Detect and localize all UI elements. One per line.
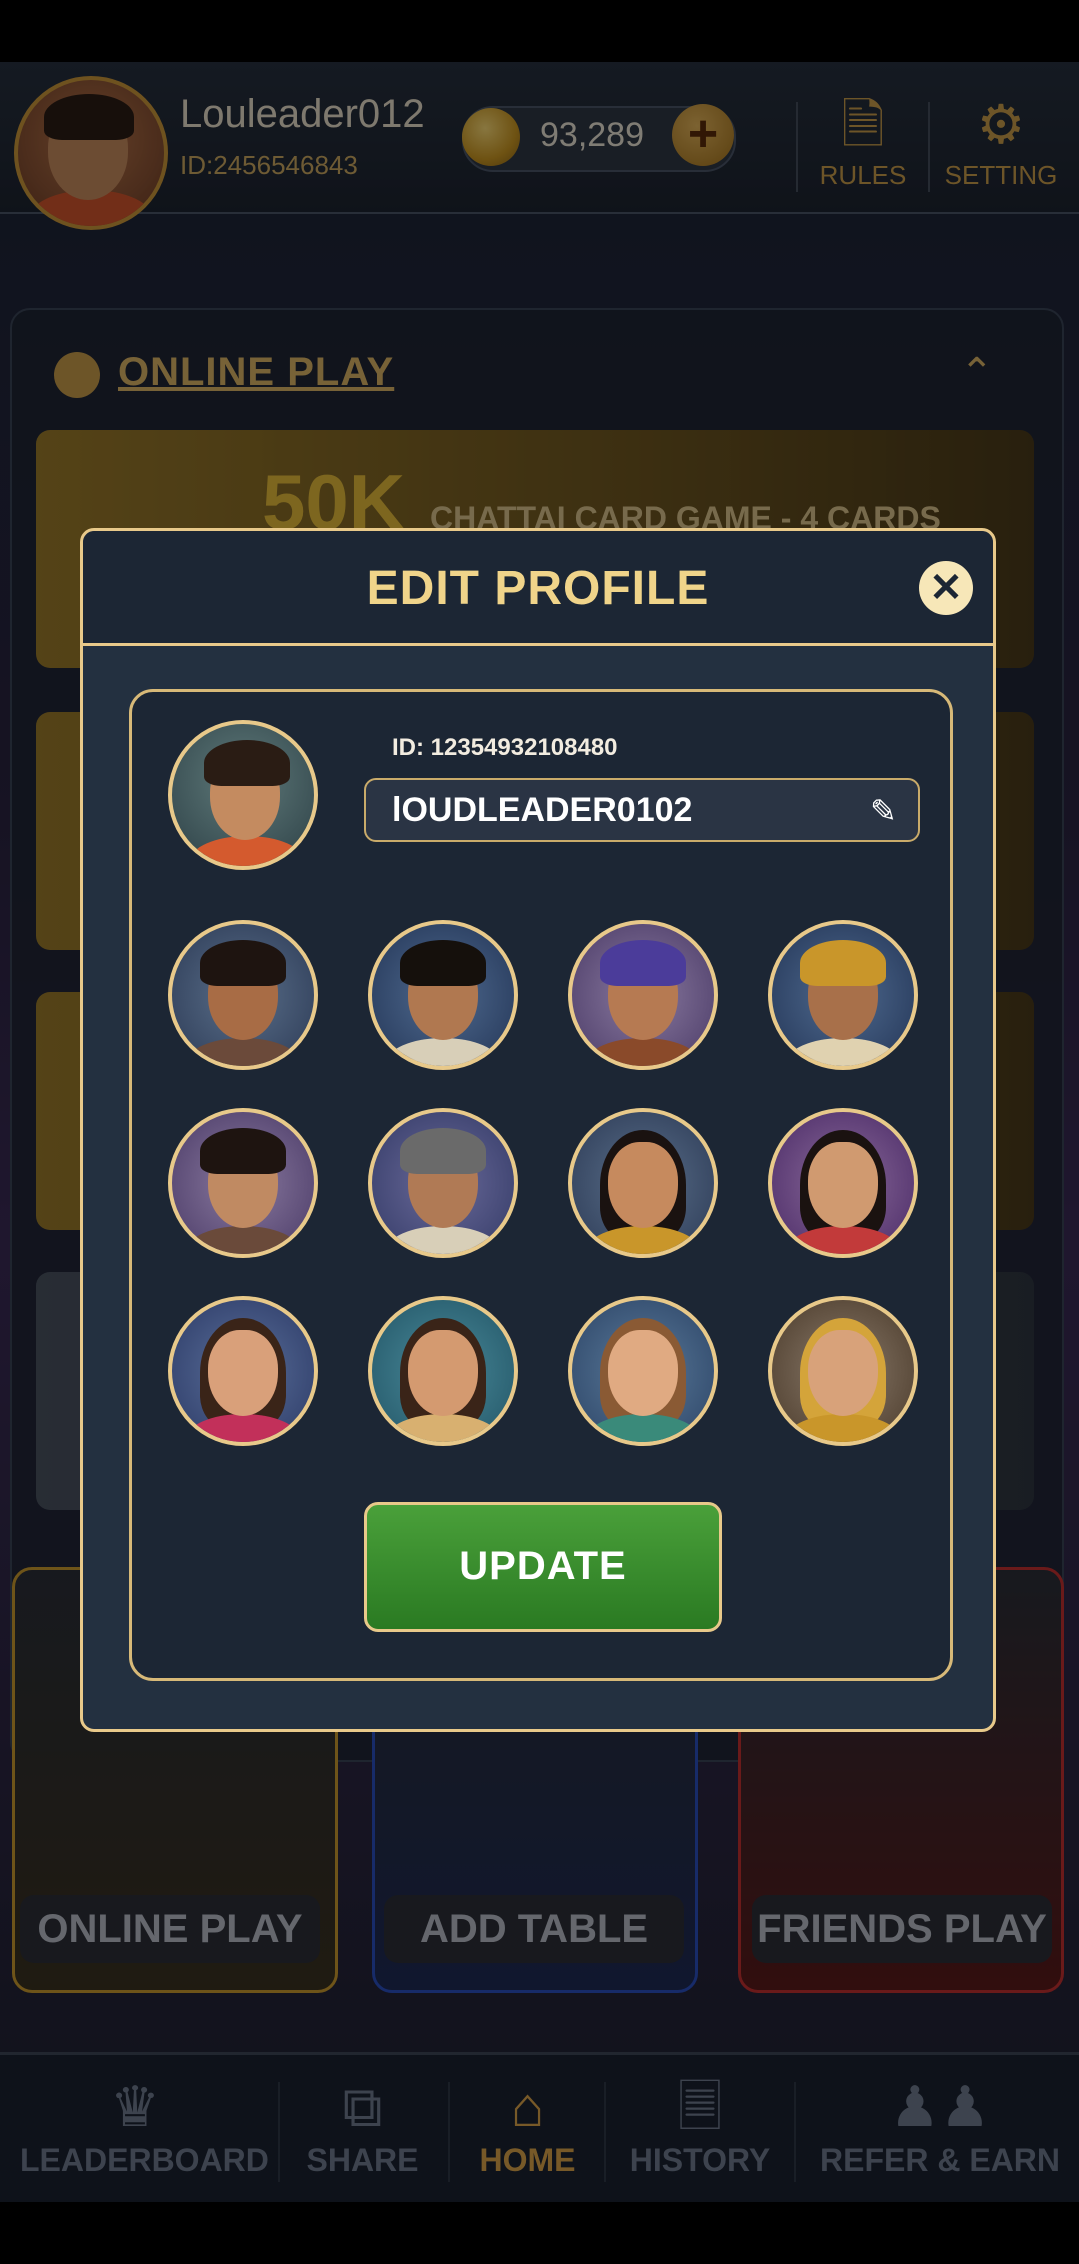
avatar-option[interactable] — [168, 1296, 318, 1446]
selected-avatar — [168, 720, 318, 870]
modal-header: EDIT PROFILE ✕ — [83, 531, 993, 646]
close-icon: ✕ — [929, 566, 963, 610]
name-input[interactable] — [364, 778, 920, 842]
avatar-option[interactable] — [568, 1108, 718, 1258]
avatar-option[interactable] — [368, 1108, 518, 1258]
profile-form: ID: 12354932108480 ✎ UPD — [129, 689, 953, 1681]
avatar-option[interactable] — [168, 1108, 318, 1258]
close-button[interactable]: ✕ — [919, 561, 973, 615]
avatar-option[interactable] — [568, 920, 718, 1070]
update-button[interactable]: UPDATE — [364, 1502, 722, 1632]
avatar-option[interactable] — [368, 1296, 518, 1446]
edit-profile-modal: EDIT PROFILE ✕ ID: 12354932108480 ✎ — [80, 528, 996, 1732]
avatar-option[interactable] — [568, 1296, 718, 1446]
avatar-option[interactable] — [168, 920, 318, 1070]
avatar-option[interactable] — [368, 920, 518, 1070]
profile-id: ID: 12354932108480 — [392, 734, 618, 761]
avatar-option[interactable] — [768, 1296, 918, 1446]
avatar-option[interactable] — [768, 1108, 918, 1258]
pencil-icon[interactable]: ✎ — [870, 792, 897, 830]
modal-title: EDIT PROFILE — [366, 562, 710, 615]
avatar-option[interactable] — [768, 920, 918, 1070]
